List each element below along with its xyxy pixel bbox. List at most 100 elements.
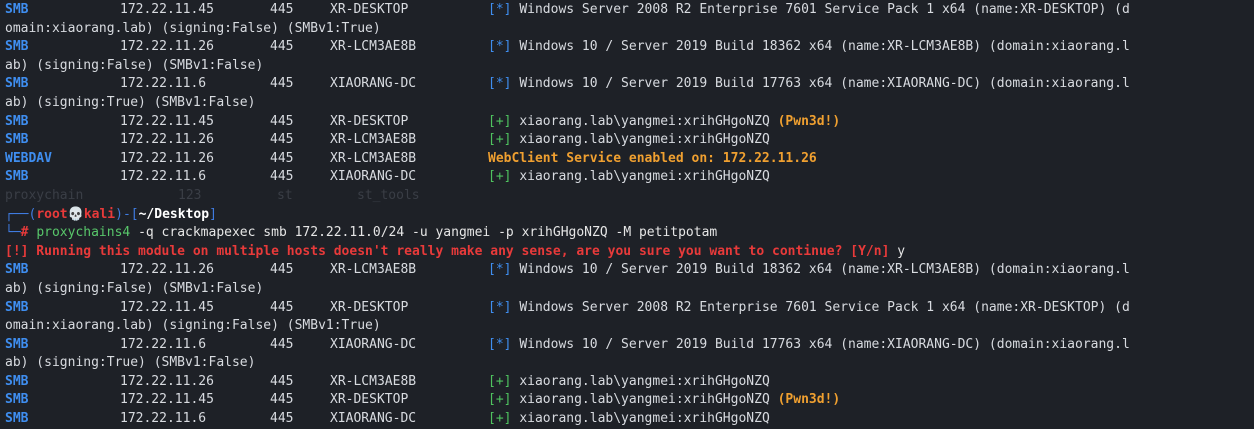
message: [*] Windows 10 / Server 2019 Build 18362… <box>488 38 1130 57</box>
port-number: 445 <box>270 392 294 408</box>
output-line: SMB 172.22.11.45 445 XR-DESKTOP [+] xiaorang… <box>0 113 1254 132</box>
ghost-label: st <box>277 187 293 203</box>
output-line-continued: ab) (signing:False) (SMBv1:False) <box>0 280 1254 299</box>
port-number: 445 <box>270 373 294 389</box>
message-continuation: ab) (signing:False) (SMBv1:False) <box>5 280 264 296</box>
output-line: SMB 172.22.11.26 445 XR-LCM3AE8B [*] Windows… <box>0 38 1254 57</box>
message: [*] Windows 10 / Server 2019 Build 18362… <box>488 261 1130 280</box>
message-continuation: ab) (signing:True) (SMBv1:False) <box>5 355 256 371</box>
status-marker: [+] <box>488 411 512 427</box>
hostname: XR-LCM3AE8B <box>330 132 417 148</box>
prompt-symbol: # <box>20 225 37 241</box>
message-text: Windows Server 2008 R2 Enterprise 7601 S… <box>519 2 1130 17</box>
message-text: Windows 10 / Server 2019 Build 18362 x64… <box>519 39 1130 55</box>
command-args: -q crackmapexec smb 172.22.11.0/24 -u ya… <box>138 225 718 241</box>
protocol-label: SMB <box>5 299 29 315</box>
ip-address: 172.22.11.26 <box>120 262 214 278</box>
message: [+] xiaorang.lab\yangmei:xrihGHgoNZQ <box>488 373 770 392</box>
output-line: SMB 172.22.11.26 445 XR-LCM3AE8B [*] Windows… <box>0 261 1254 280</box>
pwned-badge: (Pwn3d!) <box>777 392 841 408</box>
status-marker: [+] <box>488 132 512 148</box>
warning-text: [!] Running this module on multiple host… <box>5 243 890 259</box>
status-marker: [+] <box>488 113 512 129</box>
message-continuation: omain:xiaorang.lab) (signing:False) (SMB… <box>5 20 381 36</box>
output-line-continued: ab) (signing:False) (SMBv1:False) <box>0 57 1254 76</box>
protocol-label: WEBDAV <box>5 150 52 166</box>
message-text: Windows 10 / Server 2019 Build 18362 x64… <box>519 262 1130 278</box>
ip-address: 172.22.11.45 <box>120 392 214 408</box>
output-line: SMB 172.22.11.6 445 XIAORANG-DC [+] xiaorang… <box>0 410 1254 429</box>
output-line: SMB 172.22.11.45 445 XR-DESKTOP [+] xiaorang… <box>0 391 1254 410</box>
output-line-continued: ab) (signing:True) (SMBv1:False) <box>0 94 1254 113</box>
hostname: XIAORANG-DC <box>330 336 417 352</box>
message-text: Windows Server 2008 R2 Enterprise 7601 S… <box>519 299 1130 315</box>
message-continuation: ab) (signing:False) (SMBv1:False) <box>5 57 264 73</box>
ip-address: 172.22.11.6 <box>120 336 207 352</box>
message: [*] Windows 10 / Server 2019 Build 17763… <box>488 75 1130 94</box>
message-text: xiaorang.lab\yangmei:xrihGHgoNZQ <box>519 113 770 129</box>
prompt-path: ~/Desktop <box>138 206 210 222</box>
message: [+] xiaorang.lab\yangmei:xrihGHgoNZQ (Pw… <box>488 113 840 132</box>
ghost-label: st_tools <box>357 187 420 203</box>
command-wrapper: └─# proxychains4 -q crackmapexec smb 172… <box>5 224 717 243</box>
status-marker: [+] <box>488 392 512 408</box>
output-line-continued: ab) (signing:True) (SMBv1:False) <box>0 354 1254 373</box>
prompt-bracket: ] <box>209 206 217 222</box>
warning-line: [!] Running this module on multiple host… <box>0 243 1254 262</box>
skull-icon: 💀 <box>67 206 84 222</box>
protocol-label: SMB <box>5 2 29 17</box>
hostname: XR-DESKTOP <box>330 113 409 129</box>
status-marker: [*] <box>488 336 512 352</box>
message: [*] Windows Server 2008 R2 Enterprise 76… <box>488 1 1130 20</box>
ip-address: 172.22.11.26 <box>120 39 214 55</box>
ip-address: 172.22.11.6 <box>120 169 207 185</box>
command-name: proxychains4 <box>36 225 131 241</box>
port-number: 445 <box>270 150 294 166</box>
prompt-host: kali <box>83 206 116 222</box>
status-marker: [+] <box>488 373 512 389</box>
port-number: 445 <box>270 39 294 55</box>
warning-wrapper: [!] Running this module on multiple host… <box>5 243 905 262</box>
output-line: SMB 172.22.11.6 445 XIAORANG-DC [*] Windows … <box>0 336 1254 355</box>
hostname: XR-DESKTOP <box>330 392 409 408</box>
hostname: XR-LCM3AE8B <box>330 262 417 278</box>
protocol-label: SMB <box>5 113 29 129</box>
ip-address: 172.22.11.6 <box>120 76 207 92</box>
terminal-window[interactable]: SMB 172.22.11.45 445 XR-DESKTOP [*] Windows … <box>0 0 1254 426</box>
port-number: 445 <box>270 411 294 427</box>
prompt-bracket: )-[ <box>115 206 139 222</box>
protocol-label: SMB <box>5 76 29 92</box>
protocol-label: SMB <box>5 262 29 278</box>
status-marker: [*] <box>488 2 512 17</box>
protocol-label: SMB <box>5 392 29 408</box>
output-line: SMB 172.22.11.26 445 XR-LCM3AE8B [+] xiaoran… <box>0 373 1254 392</box>
hostname: XIAORANG-DC <box>330 411 417 427</box>
ip-address: 172.22.11.6 <box>120 411 207 427</box>
output-line: SMB 172.22.11.45 445 XR-DESKTOP [*] Windows … <box>0 1 1254 20</box>
output-line: SMB 172.22.11.6 445 XIAORANG-DC [*] Windows … <box>0 75 1254 94</box>
hostname: XR-LCM3AE8B <box>330 39 417 55</box>
user-answer: y <box>897 243 906 259</box>
message-text: Windows 10 / Server 2019 Build 17763 x64… <box>519 336 1130 352</box>
message-text: xiaorang.lab\yangmei:xrihGHgoNZQ <box>519 132 770 148</box>
message-continuation: ab) (signing:True) (SMBv1:False) <box>5 94 256 110</box>
protocol-label: SMB <box>5 411 29 427</box>
message-text: Windows 10 / Server 2019 Build 17763 x64… <box>519 76 1130 92</box>
port-number: 445 <box>270 2 294 17</box>
hostname: XR-LCM3AE8B <box>330 373 417 389</box>
output-line: SMB 172.22.11.26 445 XR-LCM3AE8B [+] xiaoran… <box>0 131 1254 150</box>
status-marker: [+] <box>488 169 512 185</box>
protocol-label: SMB <box>5 336 29 352</box>
message-text: xiaorang.lab\yangmei:xrihGHgoNZQ <box>519 373 770 389</box>
status-marker: [*] <box>488 262 512 278</box>
message: [+] xiaorang.lab\yangmei:xrihGHgoNZQ <box>488 131 770 150</box>
status-marker: [*] <box>488 39 512 55</box>
hostname: XIAORANG-DC <box>330 169 417 185</box>
port-number: 445 <box>270 262 294 278</box>
message: WebClient Service enabled on: 172.22.11.… <box>488 150 817 169</box>
message-continuation: omain:xiaorang.lab) (signing:False) (SMB… <box>5 318 381 334</box>
hostname: XR-DESKTOP <box>330 299 409 315</box>
port-number: 445 <box>270 169 294 185</box>
prompt-wrapper: ┌──(root💀kali)-[~/Desktop] <box>5 206 217 225</box>
prompt-bracket: ┌──( <box>5 206 37 222</box>
